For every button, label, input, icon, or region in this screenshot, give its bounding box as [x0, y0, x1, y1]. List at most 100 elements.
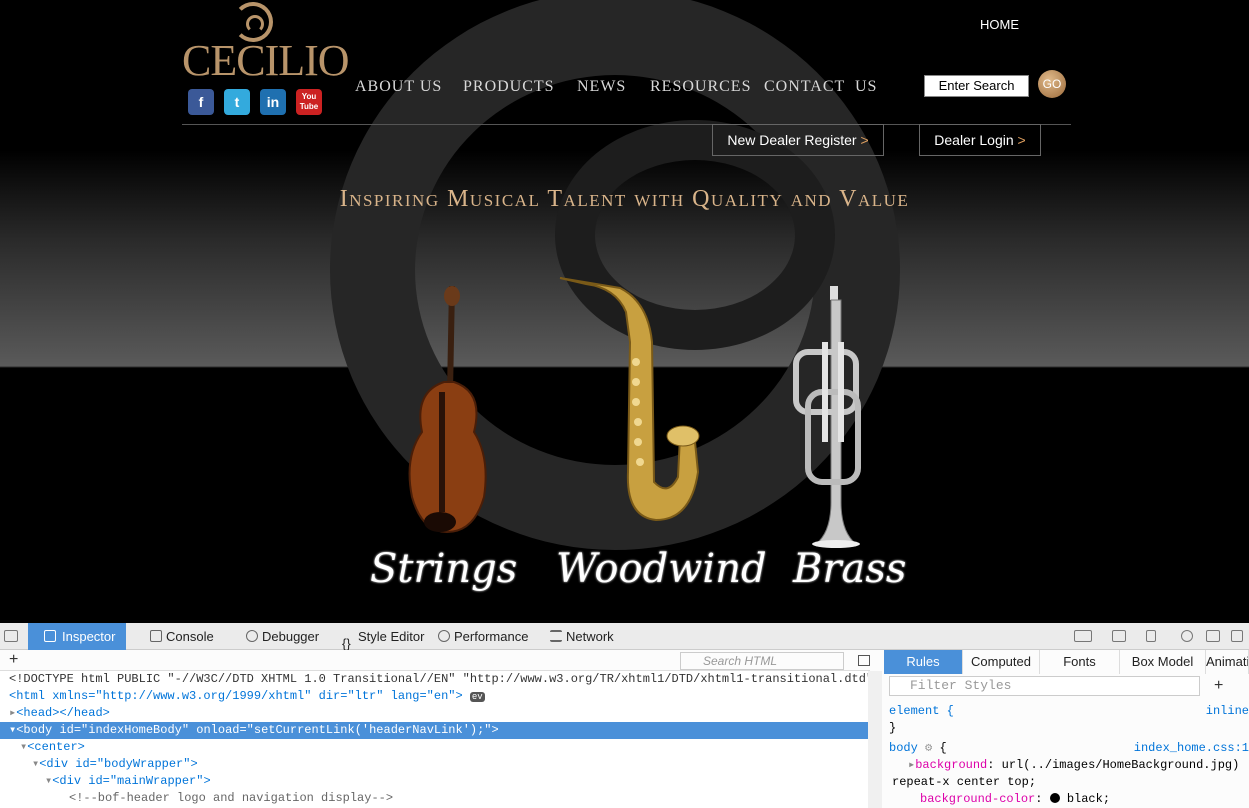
decl-background[interactable]: ▸background: url(../images/HomeBackgroun…: [884, 757, 1249, 774]
rule-body[interactable]: body ⚙ { index_home.css:1: [884, 740, 1249, 757]
split-console-icon[interactable]: [1206, 630, 1220, 642]
nav-about-us[interactable]: ABOUT US: [355, 78, 442, 96]
go-button[interactable]: GO: [1038, 70, 1066, 98]
rule-element[interactable]: element { inline: [884, 703, 1249, 720]
console-icon: [150, 630, 162, 642]
bodywrapper-tag: <div id="bodyWrapper">: [39, 757, 198, 771]
event-badge[interactable]: ev: [469, 692, 485, 702]
category-woodwind[interactable]: Woodwind: [556, 546, 767, 592]
trumpet-image[interactable]: [786, 282, 886, 548]
markup-line-comment[interactable]: <!--bof-header logo and navigation displ…: [0, 790, 868, 807]
tab-label: Console: [166, 629, 214, 644]
element-selector: element {: [889, 704, 954, 718]
tab-label: Performance: [454, 629, 529, 644]
filter-styles-input[interactable]: Filter Styles: [889, 676, 1200, 696]
rules-sidebar: Rules Computed Fonts Box Model Animati F…: [884, 650, 1249, 808]
markup-line-center[interactable]: ▾<center>: [0, 739, 868, 756]
body-tag: <body id="indexHomeBody" onload="setCurr…: [16, 723, 499, 737]
nav-products[interactable]: PRODUCTS: [463, 78, 555, 96]
tab-debugger[interactable]: Debugger: [242, 623, 319, 650]
facebook-icon[interactable]: f: [188, 89, 214, 115]
tab-label: Network: [566, 629, 614, 644]
markup-line-mainwrapper[interactable]: ▾<div id="mainWrapper">: [0, 773, 868, 790]
home-link[interactable]: HOME: [980, 17, 1019, 32]
gear-icon[interactable]: ⚙: [925, 741, 932, 755]
debugger-icon: [246, 630, 258, 642]
arrow-icon: >: [1017, 132, 1026, 148]
scratchpad-icon[interactable]: [1112, 630, 1126, 642]
center-tag: <center>: [27, 740, 85, 754]
markup-line-doctype[interactable]: <!DOCTYPE html PUBLIC "-//W3C//DTD XHTML…: [0, 671, 880, 688]
rule-close: }: [889, 721, 897, 735]
decl-background-color[interactable]: background-color: black;: [884, 791, 1249, 808]
logo-text[interactable]: CECILIO: [182, 38, 350, 84]
open-brace: {: [939, 741, 947, 755]
tab-performance[interactable]: Performance: [434, 623, 528, 650]
rule-source[interactable]: index_home.css:1: [1134, 740, 1249, 757]
new-dealer-register-button[interactable]: New Dealer Register >: [712, 124, 884, 156]
markup-line-html[interactable]: <html xmlns="http://www.w3.org/1999/xhtm…: [0, 688, 868, 705]
devtools-panel: Inspector Console Debugger {} Style Edito…: [0, 623, 1249, 808]
dealer-login-label: Dealer Login: [934, 132, 1014, 148]
tab-console[interactable]: Console: [146, 623, 214, 650]
tab-animations[interactable]: Animati: [1206, 650, 1249, 674]
nav-resources[interactable]: RESOURCES: [650, 78, 751, 96]
tab-style-editor[interactable]: {} Style Editor: [338, 623, 425, 651]
nav-contact-us[interactable]: CONTACT US: [764, 78, 877, 96]
dock-options-icon[interactable]: [1074, 630, 1092, 642]
markup-line-head[interactable]: ▸<head></head>: [0, 705, 868, 722]
settings-icon[interactable]: [1181, 630, 1193, 642]
category-strings[interactable]: Strings: [370, 546, 517, 592]
tab-label: Style Editor: [358, 629, 425, 644]
youtube-icon[interactable]: You Tube: [296, 89, 322, 115]
devtools-toolbar: Inspector Console Debugger {} Style Edito…: [0, 623, 1249, 651]
search-html-input[interactable]: Search HTML: [680, 652, 844, 670]
website-viewport: CECILIO f t in You Tube HOME ABOUT US PR…: [0, 0, 1249, 623]
markup-toolbar: + Search HTML: [0, 650, 870, 671]
responsive-icon[interactable]: [1146, 630, 1156, 642]
add-rule-icon[interactable]: +: [1214, 677, 1223, 695]
undock-icon[interactable]: [1231, 630, 1243, 642]
new-dealer-label: New Dealer Register: [727, 132, 857, 148]
tab-rules[interactable]: Rules: [884, 650, 963, 674]
twitter-icon[interactable]: t: [224, 89, 250, 115]
arrow-icon: >: [860, 132, 869, 148]
tab-label: Debugger: [262, 629, 320, 644]
rule-source[interactable]: inline: [1206, 703, 1249, 720]
tab-inspector[interactable]: Inspector: [28, 623, 126, 650]
prop-value: url(../images/HomeBackground.jpg): [1001, 758, 1240, 772]
tab-network[interactable]: Network: [546, 623, 614, 650]
dealer-login-button[interactable]: Dealer Login >: [919, 124, 1041, 156]
color-swatch-icon[interactable]: [1049, 793, 1060, 803]
tab-label: Inspector: [62, 629, 116, 644]
markup-line-body[interactable]: ▾<body id="indexHomeBody" onload="setCur…: [0, 722, 868, 739]
markup-line-bodywrapper[interactable]: ▾<div id="bodyWrapper">: [0, 756, 868, 773]
decl-background-cont: repeat-x center top;: [892, 775, 1037, 789]
inspector-icon: [44, 630, 56, 642]
tab-box-model[interactable]: Box Model: [1120, 650, 1206, 674]
linkedin-icon[interactable]: in: [260, 89, 286, 115]
element-picker-icon[interactable]: [4, 630, 18, 642]
nav-news[interactable]: NEWS: [577, 78, 626, 96]
mainwrapper-tag: <div id="mainWrapper">: [52, 774, 211, 788]
markup-scrollbar[interactable]: [868, 671, 882, 808]
prop-name: background: [915, 758, 988, 772]
style-editor-icon: {}: [342, 636, 351, 651]
html-tag: <html xmlns="http://www.w3.org/1999/xhtm…: [9, 689, 463, 703]
sidebar-toggle-icon[interactable]: [858, 655, 870, 666]
tagline: Inspiring Musical Talent with Quality an…: [339, 186, 910, 212]
saxophone-image[interactable]: [556, 272, 706, 534]
search-input[interactable]: Enter Search: [924, 75, 1029, 97]
head-tag: <head></head>: [16, 706, 110, 720]
markup-view[interactable]: + Search HTML <!DOCTYPE html PUBLIC "-//…: [0, 650, 882, 808]
prop-name: background-color: [920, 792, 1036, 806]
category-brass[interactable]: Brass: [793, 546, 906, 592]
tab-computed[interactable]: Computed: [963, 650, 1040, 674]
network-icon: [550, 630, 562, 642]
violin-image[interactable]: [392, 282, 492, 544]
add-node-icon[interactable]: +: [9, 651, 18, 669]
body-selector: body: [889, 741, 918, 755]
prop-value: black;: [1066, 792, 1111, 806]
performance-icon: [438, 630, 450, 642]
tab-fonts[interactable]: Fonts: [1040, 650, 1120, 674]
